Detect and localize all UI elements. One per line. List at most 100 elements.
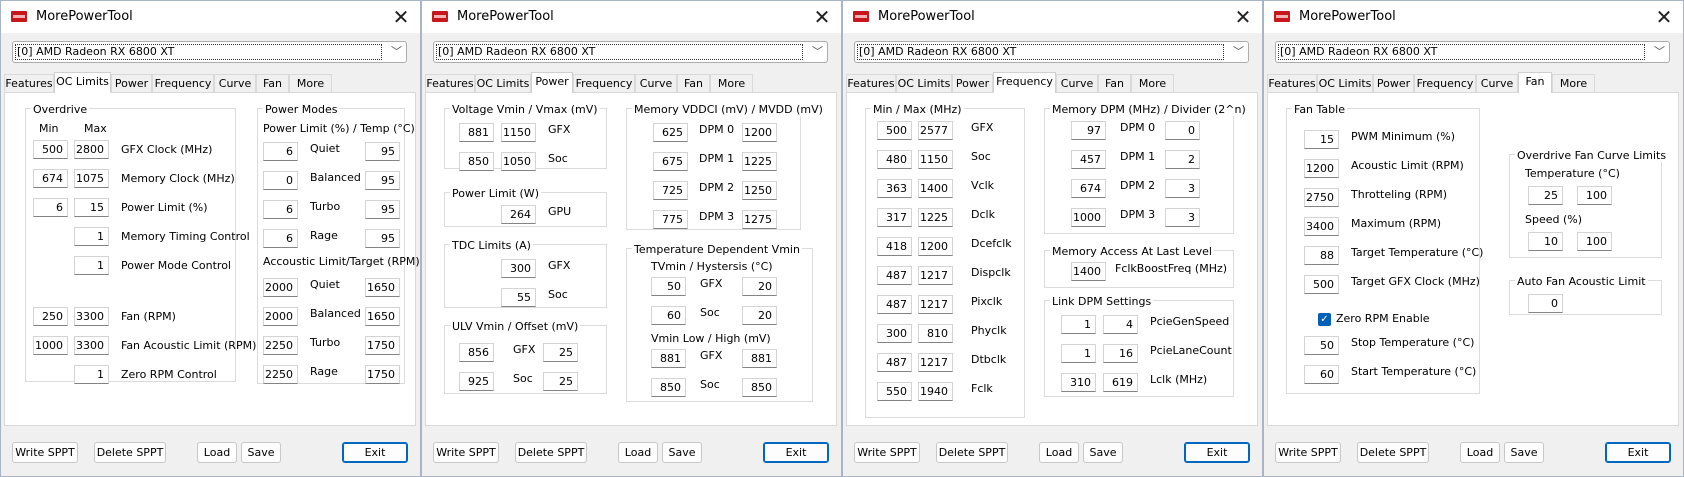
gfx-min-input[interactable]: 500 [877,121,912,140]
fan-acoustic-max-input[interactable]: 3300 [74,336,109,355]
device-select[interactable]: [0] AMD Radeon RX 6800 XT ﹀ [1275,41,1670,63]
turbo-power-input[interactable]: 6 [263,200,298,219]
mvdd-dpm1-input[interactable]: 1225 [742,152,777,171]
temperature-min-input[interactable]: 25 [1528,186,1563,205]
tvmin-gfx-input[interactable]: 50 [651,277,686,296]
memory-clock-max-input[interactable]: 1075 [74,169,109,188]
memory-clock-min-input[interactable]: 674 [33,169,68,188]
fclk-boost-freq-input[interactable]: 1400 [1071,262,1106,281]
pixclk-max-input[interactable]: 1217 [918,295,953,314]
fan-rpm-min-input[interactable]: 250 [33,307,68,326]
vmin-gfx-input[interactable]: 881 [459,123,494,142]
save-button[interactable]: Save [241,442,281,463]
tab-features[interactable]: Features [846,74,896,93]
mem-dpm1-divider-input[interactable]: 2 [1165,150,1200,169]
tab-fan[interactable]: Fan [1518,72,1552,93]
exit-button[interactable]: Exit [342,442,408,463]
vddci-dpm0-input[interactable]: 625 [653,123,688,142]
ulv-gfx-vmin-input[interactable]: 856 [459,343,494,362]
mem-dpm1-freq-input[interactable]: 457 [1071,150,1106,169]
rage-acoustic-limit-input[interactable]: 2250 [263,365,298,384]
vclk-min-input[interactable]: 363 [877,179,912,198]
pwm-minimum-input[interactable]: 15 [1304,130,1339,149]
tab-more[interactable]: More [1552,74,1595,93]
dclk-min-input[interactable]: 317 [877,208,912,227]
tab-power[interactable]: Power [952,74,993,93]
tab-power[interactable]: Power [531,72,573,93]
temperature-max-input[interactable]: 100 [1577,186,1612,205]
dtbclk-min-input[interactable]: 487 [877,353,912,372]
load-button[interactable]: Load [1039,442,1079,463]
phyclk-min-input[interactable]: 300 [877,324,912,343]
rage-temp-input[interactable]: 95 [365,229,400,248]
close-icon[interactable]: ✕ [1651,4,1677,30]
mem-dpm2-freq-input[interactable]: 674 [1071,179,1106,198]
speed-min-input[interactable]: 10 [1528,232,1563,251]
lclk-min-input[interactable]: 310 [1061,373,1096,392]
gfx-clock-min-input[interactable]: 500 [33,140,68,159]
pcie-gen-speed-max-input[interactable]: 4 [1103,315,1138,334]
dcefclk-min-input[interactable]: 418 [877,237,912,256]
load-button[interactable]: Load [1460,442,1500,463]
tab-curve[interactable]: Curve [1056,74,1098,93]
mem-dpm0-freq-input[interactable]: 97 [1071,121,1106,140]
balanced-power-input[interactable]: 0 [263,171,298,190]
device-select[interactable]: [0] AMD Radeon RX 6800 XT ﹀ [12,41,407,63]
exit-button[interactable]: Exit [763,442,829,463]
throttling-input[interactable]: 2750 [1304,188,1339,207]
close-icon[interactable]: ✕ [809,4,835,30]
pcie-gen-speed-min-input[interactable]: 1 [1061,315,1096,334]
rage-power-input[interactable]: 6 [263,229,298,248]
write-sppt-button[interactable]: Write SPPT [1275,442,1341,463]
pcie-lane-count-max-input[interactable]: 16 [1103,344,1138,363]
tab-oc-limits[interactable]: OC Limits [896,74,952,93]
phyclk-max-input[interactable]: 810 [918,324,953,343]
acoustic-limit-input[interactable]: 1200 [1304,159,1339,178]
vmax-soc-input[interactable]: 1050 [501,152,536,171]
exit-button[interactable]: Exit [1184,442,1250,463]
soc-max-input[interactable]: 1150 [918,150,953,169]
close-icon[interactable]: ✕ [1230,4,1256,30]
mvdd-dpm0-input[interactable]: 1200 [742,123,777,142]
mvdd-dpm3-input[interactable]: 1275 [742,210,777,229]
power-limit-gpu-input[interactable]: 264 [501,205,536,224]
fclk-min-input[interactable]: 550 [877,382,912,401]
vclk-max-input[interactable]: 1400 [918,179,953,198]
tab-power[interactable]: Power [111,74,152,93]
mem-dpm3-divider-input[interactable]: 3 [1165,208,1200,227]
tab-power[interactable]: Power [1373,74,1414,93]
delete-sppt-button[interactable]: Delete SPPT [94,442,166,463]
load-button[interactable]: Load [618,442,658,463]
mem-dpm3-freq-input[interactable]: 1000 [1071,208,1106,227]
fclk-max-input[interactable]: 1940 [918,382,953,401]
tab-features[interactable]: Features [1267,74,1317,93]
zero-rpm-enable-checkbox[interactable]: ✓ [1318,313,1331,326]
tdc-soc-input[interactable]: 55 [501,288,536,307]
vmin-low-gfx-input[interactable]: 881 [651,349,686,368]
balanced-temp-input[interactable]: 95 [365,171,400,190]
delete-sppt-button[interactable]: Delete SPPT [515,442,587,463]
write-sppt-button[interactable]: Write SPPT [854,442,920,463]
target-temperature-input[interactable]: 88 [1304,246,1339,265]
tab-curve[interactable]: Curve [1476,74,1518,93]
exit-button[interactable]: Exit [1605,442,1671,463]
balanced-acoustic-target-input[interactable]: 1650 [365,307,400,326]
mvdd-dpm2-input[interactable]: 1250 [742,181,777,200]
zero-rpm-control-input[interactable]: 1 [74,365,109,384]
write-sppt-button[interactable]: Write SPPT [433,442,499,463]
save-button[interactable]: Save [1083,442,1123,463]
tab-curve[interactable]: Curve [635,74,677,93]
balanced-acoustic-limit-input[interactable]: 2000 [263,307,298,326]
dtbclk-max-input[interactable]: 1217 [918,353,953,372]
power-mode-control-input[interactable]: 1 [74,256,109,275]
tab-frequency[interactable]: Frequency [1414,74,1476,93]
memory-timing-control-input[interactable]: 1 [74,227,109,246]
dclk-max-input[interactable]: 1225 [918,208,953,227]
ulv-soc-offset-input[interactable]: 25 [543,372,578,391]
turbo-temp-input[interactable]: 95 [365,200,400,219]
dcefclk-max-input[interactable]: 1200 [918,237,953,256]
tab-oc-limits[interactable]: OC Limits [1317,74,1373,93]
lclk-max-input[interactable]: 619 [1103,373,1138,392]
tab-more[interactable]: More [1131,74,1174,93]
ulv-soc-vmin-input[interactable]: 925 [459,372,494,391]
